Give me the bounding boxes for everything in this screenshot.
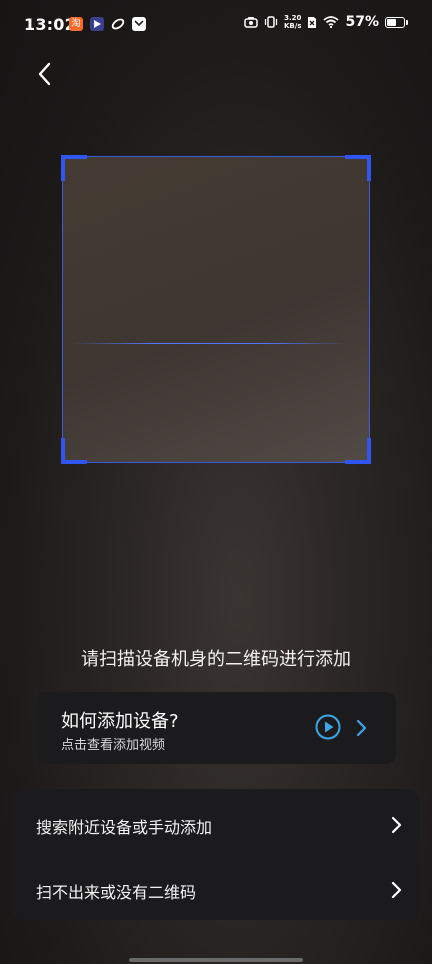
network-speed: 3.20 KB/s	[284, 14, 301, 30]
vibrate-icon	[264, 16, 278, 28]
system-status: 3.20 KB/s 57%	[244, 14, 408, 30]
chevron-right-icon	[391, 881, 402, 899]
battery-percent: 57%	[345, 14, 379, 30]
link-app-icon	[111, 17, 125, 31]
help-card-subtitle: 点击查看添加视频	[61, 738, 166, 753]
chevron-right-icon	[391, 816, 402, 834]
mail-app-icon	[132, 17, 146, 31]
net-speed-value: 3.20	[284, 14, 302, 22]
home-indicator[interactable]	[129, 958, 303, 962]
chevron-left-icon	[38, 62, 51, 86]
scan-instruction: 请扫描设备机身的二维码进行添加	[81, 649, 351, 670]
net-speed-unit: KB/s	[284, 22, 302, 30]
help-card-title: 如何添加设备?	[61, 711, 179, 732]
video-app-icon	[90, 17, 104, 31]
option-cannot-scan-qr[interactable]: 扫不出来或没有二维码	[12, 858, 420, 922]
battery-level-fill	[387, 18, 396, 26]
option-label: 搜索附近设备或手动添加	[36, 818, 213, 837]
no-sim-icon	[308, 16, 317, 28]
notification-icons: 淘	[69, 17, 146, 31]
camera-icon	[244, 17, 258, 28]
chevron-right-icon	[356, 719, 367, 737]
back-button[interactable]	[30, 58, 58, 90]
viewfinder-corner-bottom-right	[345, 438, 371, 464]
qr-scanner-viewfinder	[61, 155, 371, 464]
battery-icon	[385, 16, 408, 28]
viewfinder-corner-top-right	[345, 155, 371, 181]
wifi-icon	[323, 16, 340, 28]
viewfinder-corner-bottom-left	[61, 438, 87, 464]
option-search-nearby-devices[interactable]: 搜索附近设备或手动添加	[12, 793, 420, 857]
taobao-icon: 淘	[69, 17, 83, 31]
scan-line	[71, 343, 349, 344]
play-video-icon[interactable]	[315, 714, 341, 740]
status-bar: 13:02 淘 3.20 KB/s 57%	[0, 0, 432, 50]
how-to-add-device-card[interactable]: 如何添加设备? 点击查看添加视频	[36, 692, 396, 764]
option-label: 扫不出来或没有二维码	[36, 883, 197, 902]
add-options-card: 搜索附近设备或手动添加 扫不出来或没有二维码	[12, 789, 420, 920]
viewfinder-corner-top-left	[61, 155, 87, 181]
